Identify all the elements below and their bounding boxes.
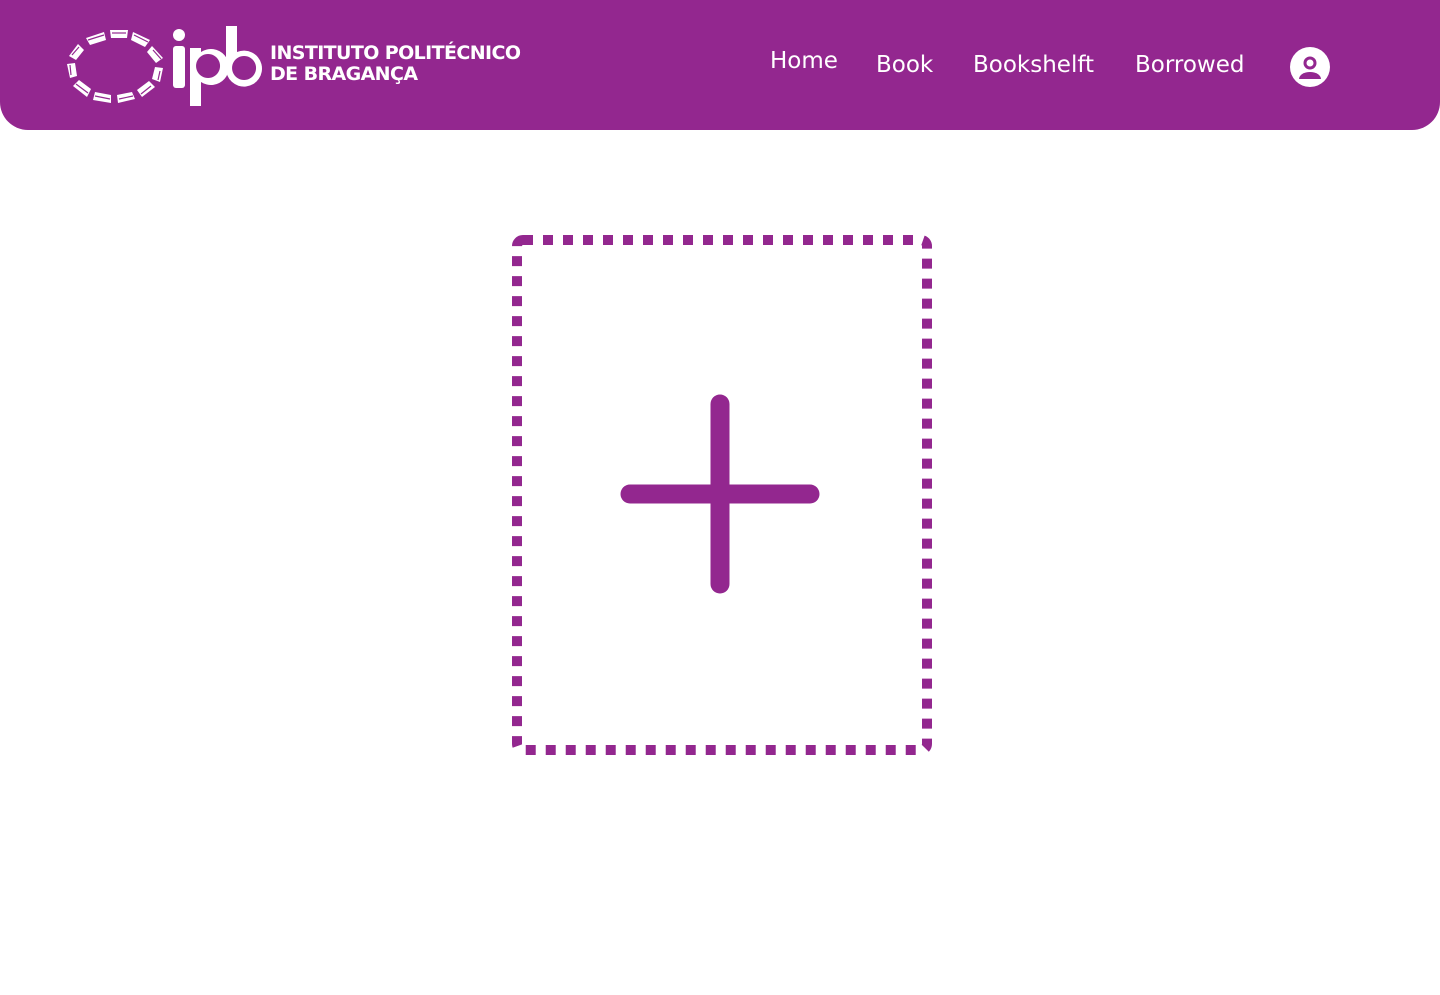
plus-icon — [620, 394, 820, 594]
nav-link-borrowed[interactable]: Borrowed — [1135, 52, 1245, 78]
nav-link-bookshelf[interactable]: Bookshelft — [973, 52, 1094, 78]
nav-link-home[interactable]: Home — [770, 48, 838, 74]
main-nav: Home Book Bookshelft Borrowed — [0, 0, 1440, 130]
user-profile-icon[interactable] — [1289, 46, 1331, 88]
add-book-card[interactable] — [512, 235, 932, 755]
nav-link-book[interactable]: Book — [876, 52, 933, 78]
top-navbar: INSTITUTO POLITÉCNICO DE BRAGANÇA Home B… — [0, 0, 1440, 130]
